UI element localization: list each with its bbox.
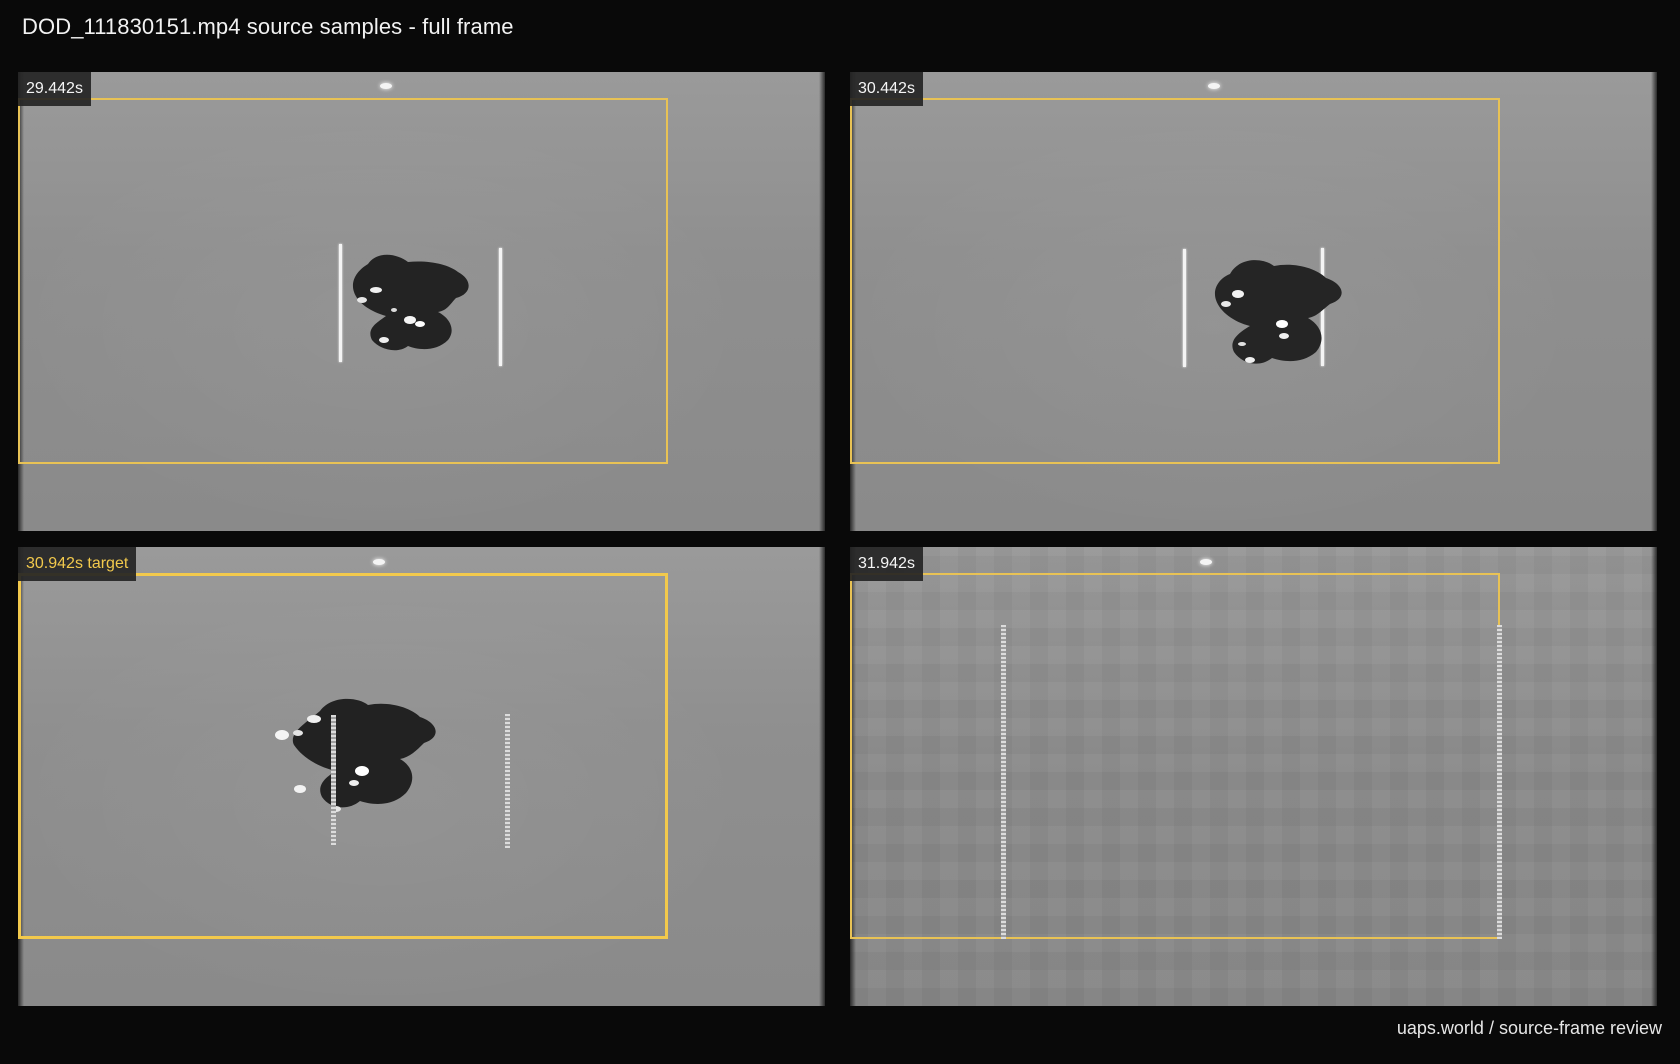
bright-point-marker <box>1200 559 1212 565</box>
bright-point-marker <box>373 559 385 565</box>
dark-object-silhouette <box>352 254 469 351</box>
frame-edge-shadow <box>1651 547 1657 1006</box>
tracking-bracket-right <box>499 248 502 366</box>
bright-point-marker <box>380 83 392 89</box>
timestamp-label: 30.442s <box>850 72 923 106</box>
tracking-bracket-left <box>1183 249 1186 367</box>
page-title: DOD_111830151.mp4 source samples - full … <box>22 14 514 39</box>
dark-object-silhouette <box>1214 260 1342 364</box>
tracking-bracket-right <box>1497 625 1502 939</box>
tracking-bracket-right <box>505 714 510 848</box>
timestamp-label-target: 30.942s target <box>18 547 137 581</box>
bright-point-marker <box>1208 83 1220 89</box>
review-page: DOD_111830151.mp4 source samples - full … <box>0 0 1680 1064</box>
frame-panel-2[interactable]: 30.442s <box>850 72 1657 531</box>
tracking-bracket-left <box>331 715 336 845</box>
crop-box <box>850 98 1500 464</box>
timestamp-label: 29.442s <box>18 72 91 106</box>
dark-object-silhouette <box>275 698 436 812</box>
footer-credit: uaps.world / source-frame review <box>1396 1018 1662 1038</box>
crop-box <box>850 573 1500 939</box>
frame-edge-shadow <box>819 72 825 531</box>
frame-edge-shadow <box>819 547 825 1006</box>
timestamp-label: 31.942s <box>850 547 923 581</box>
tracking-bracket-left <box>1001 625 1006 939</box>
frame-edge-shadow <box>1651 72 1657 531</box>
frame-panel-1[interactable]: 29.442s <box>18 72 825 531</box>
frame-panel-3-target[interactable]: 30.942s target <box>18 547 825 1006</box>
frame-panel-4[interactable]: 31.942s <box>850 547 1657 1006</box>
